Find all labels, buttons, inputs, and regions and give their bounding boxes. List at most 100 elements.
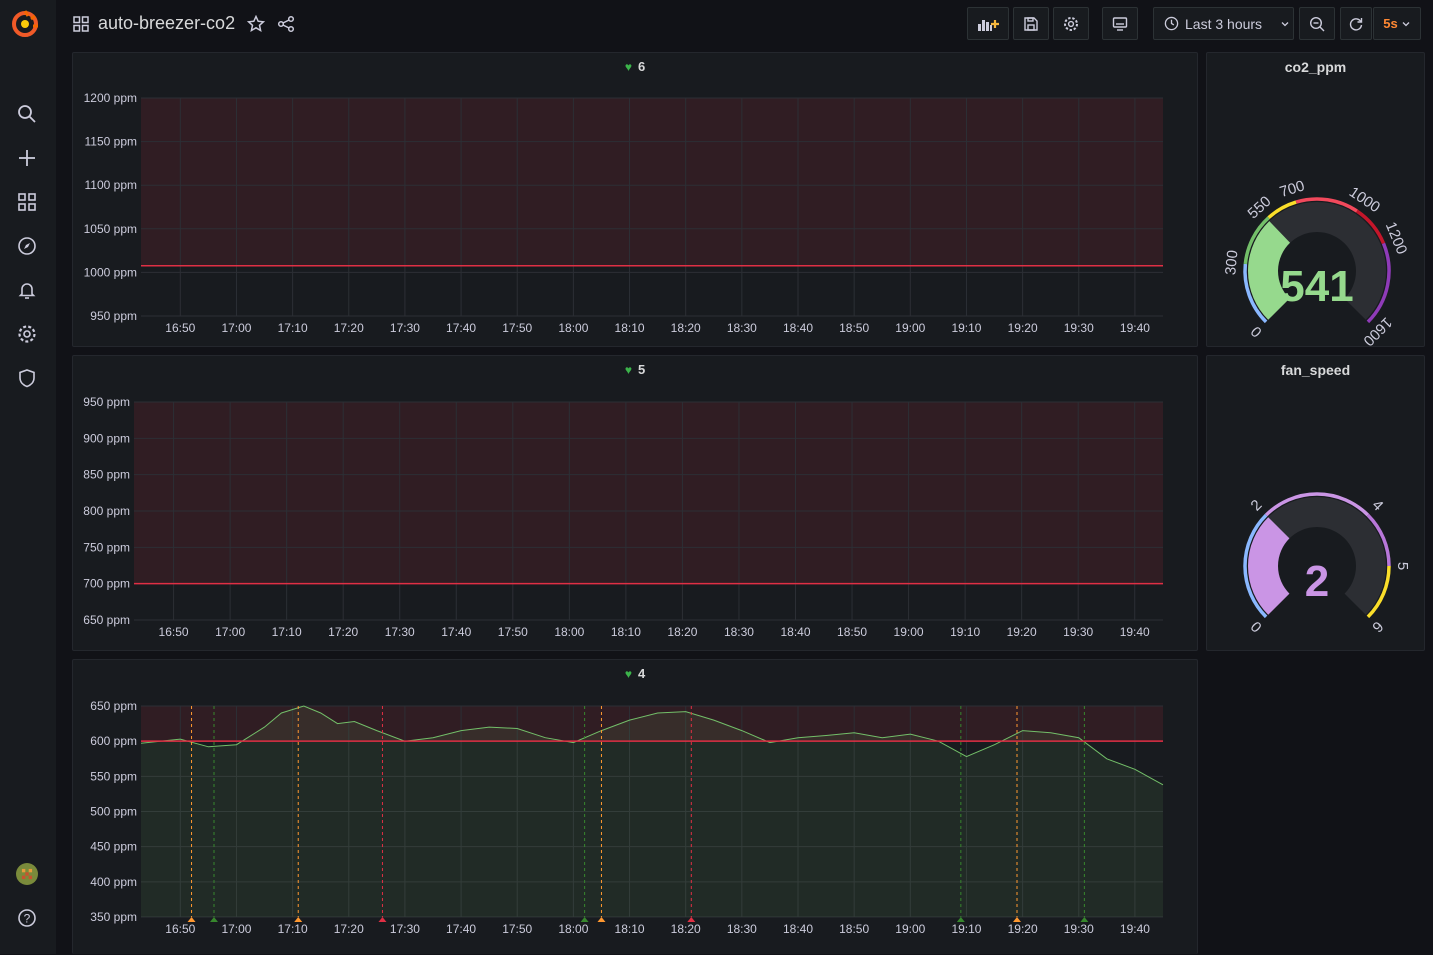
save-icon <box>1024 16 1038 31</box>
x-tick-label: 17:20 <box>334 922 364 936</box>
x-tick-label: 18:40 <box>780 625 810 639</box>
gauge-panel-fan[interactable]: fan_speed 024562 <box>1206 355 1425 651</box>
y-tick-label: 600 ppm <box>90 734 137 748</box>
x-tick-label: 17:30 <box>390 321 420 335</box>
x-tick-label: 17:40 <box>441 625 471 639</box>
annotation-marker <box>580 917 589 922</box>
time-range-label: Last 3 hours <box>1185 15 1263 32</box>
dashboard-navbar: auto-breezer-co2 Last 3 hours 5s <box>56 0 1433 48</box>
graph-panel-3[interactable]: ♥ 4 650 ppm 600 ppm 550 ppm 500 ppm 450 ppm 40… <box>72 659 1198 954</box>
time-picker-button[interactable]: Last 3 hours <box>1153 7 1294 40</box>
configuration-gear-icon[interactable] <box>16 323 38 345</box>
explore-compass-icon[interactable] <box>16 235 38 257</box>
y-tick-label: 850 ppm <box>83 468 130 482</box>
side-nav: ? <box>0 0 56 954</box>
search-icon[interactable] <box>16 103 38 125</box>
refresh-interval-picker[interactable]: 5s <box>1373 7 1421 40</box>
refresh-button[interactable] <box>1340 7 1372 40</box>
x-tick-label: 19:30 <box>1063 625 1093 639</box>
x-tick-label: 18:50 <box>839 321 869 335</box>
dashboards-icon[interactable] <box>16 191 38 213</box>
gauge-tick-label: 6 <box>1368 617 1386 635</box>
y-tick-label: 1000 ppm <box>84 265 137 279</box>
gauge-value-bar <box>1248 517 1290 615</box>
x-tick-label: 19:10 <box>951 922 981 936</box>
svg-text:?: ? <box>24 912 31 926</box>
dashboard-title[interactable]: auto-breezer-co2 <box>98 13 235 34</box>
annotation-marker <box>187 917 196 922</box>
gauge-tick-label: 2 <box>1248 497 1266 515</box>
y-tick-label: 550 ppm <box>90 769 137 783</box>
x-tick-label: 17:50 <box>502 321 532 335</box>
x-tick-label: 17:50 <box>502 922 532 936</box>
x-tick-label: 19:10 <box>951 321 981 335</box>
y-tick-label: 400 ppm <box>90 875 137 889</box>
y-tick-label: 950 ppm <box>83 395 130 409</box>
x-tick-label: 19:20 <box>1008 922 1038 936</box>
annotation-marker <box>210 917 218 922</box>
y-tick-label: 1150 ppm <box>85 135 137 149</box>
add-panel-button[interactable] <box>967 7 1009 40</box>
save-dashboard-button[interactable] <box>1013 7 1049 40</box>
gauge-tick-label: 300 <box>1222 249 1241 276</box>
gauge-panel-co2[interactable]: co2_ppm 0 300 550 700 1000 1200 1600 541 <box>1206 52 1425 348</box>
x-tick-label: 18:10 <box>615 922 645 936</box>
graph-2-plot[interactable]: 950 ppm 900 ppm 850 ppm 800 ppm 750 ppm 700 p… <box>73 356 1199 652</box>
grafana-logo-icon[interactable] <box>10 8 42 40</box>
x-tick-label: 19:40 <box>1120 922 1150 936</box>
x-tick-label: 17:40 <box>446 321 476 335</box>
x-tick-label: 17:10 <box>272 625 302 639</box>
share-icon[interactable] <box>276 8 296 40</box>
server-admin-shield-icon[interactable] <box>16 367 38 389</box>
graph-3-plot[interactable]: 650 ppm 600 ppm 550 ppm 500 ppm 450 ppm 400 p… <box>73 660 1199 955</box>
x-tick-label: 17:10 <box>278 922 308 936</box>
y-tick-label: 1100 ppm <box>85 178 137 192</box>
x-tick-label: 18:40 <box>783 922 813 936</box>
dashboard-grid-icon <box>72 8 90 40</box>
annotation-marker <box>1080 917 1089 922</box>
x-tick-label: 19:40 <box>1120 625 1150 639</box>
x-tick-label: 18:00 <box>558 922 588 936</box>
x-tick-label: 17:00 <box>221 321 251 335</box>
gauge-tick-label: 4 <box>1369 497 1387 515</box>
y-tick-label: 500 ppm <box>90 805 137 819</box>
x-tick-label: 17:30 <box>385 625 415 639</box>
x-tick-label: 18:20 <box>667 625 697 639</box>
x-tick-label: 16:50 <box>165 922 195 936</box>
dashboard-settings-button[interactable] <box>1053 7 1089 40</box>
y-tick-label: 900 ppm <box>83 431 130 445</box>
clock-icon <box>1164 16 1179 31</box>
graph-1-plot[interactable]: 1200 ppm 1150 ppm 1100 ppm 1050 ppm 1000 ppm… <box>73 53 1199 348</box>
x-tick-label: 18:10 <box>615 321 645 335</box>
x-tick-label: 19:00 <box>895 321 925 335</box>
chevron-down-icon <box>1402 21 1410 26</box>
y-tick-label: 700 ppm <box>83 577 130 591</box>
y-tick-label: 750 ppm <box>83 540 130 554</box>
threshold-region <box>141 98 1163 266</box>
x-tick-label: 18:00 <box>558 321 588 335</box>
annotation-marker <box>378 917 387 922</box>
zoom-out-button[interactable] <box>1299 7 1335 40</box>
user-avatar[interactable] <box>16 863 38 885</box>
x-tick-label: 17:40 <box>446 922 476 936</box>
y-tick-label: 450 ppm <box>90 840 137 854</box>
x-tick-label: 16:50 <box>165 321 195 335</box>
plus-icon[interactable] <box>16 147 38 169</box>
refresh-icon <box>1349 17 1363 31</box>
x-tick-label: 17:00 <box>215 625 245 639</box>
star-icon[interactable] <box>246 8 266 40</box>
x-tick-label: 18:30 <box>724 625 754 639</box>
cycle-view-mode-button[interactable] <box>1102 7 1138 40</box>
graph-panel-2[interactable]: ♥ 5 950 ppm 900 ppm 850 ppm 800 ppm 750 ppm 70… <box>72 355 1198 651</box>
add-panel-icon <box>978 19 999 31</box>
y-tick-label: 1050 ppm <box>84 222 137 236</box>
chevron-down-icon <box>1281 21 1289 26</box>
help-icon[interactable]: ? <box>16 907 38 929</box>
graph-panel-1[interactable]: ♥ 6 1200 ppm 1150 ppm 1100 ppm 1050 ppm 1000 … <box>72 52 1198 347</box>
y-tick-label: 650 ppm <box>83 613 130 627</box>
gauge-value: 2 <box>1305 557 1329 606</box>
x-tick-label: 17:50 <box>498 625 528 639</box>
x-tick-label: 18:30 <box>727 922 757 936</box>
alerting-bell-icon[interactable] <box>16 279 38 301</box>
y-tick-label: 1200 ppm <box>84 91 137 105</box>
